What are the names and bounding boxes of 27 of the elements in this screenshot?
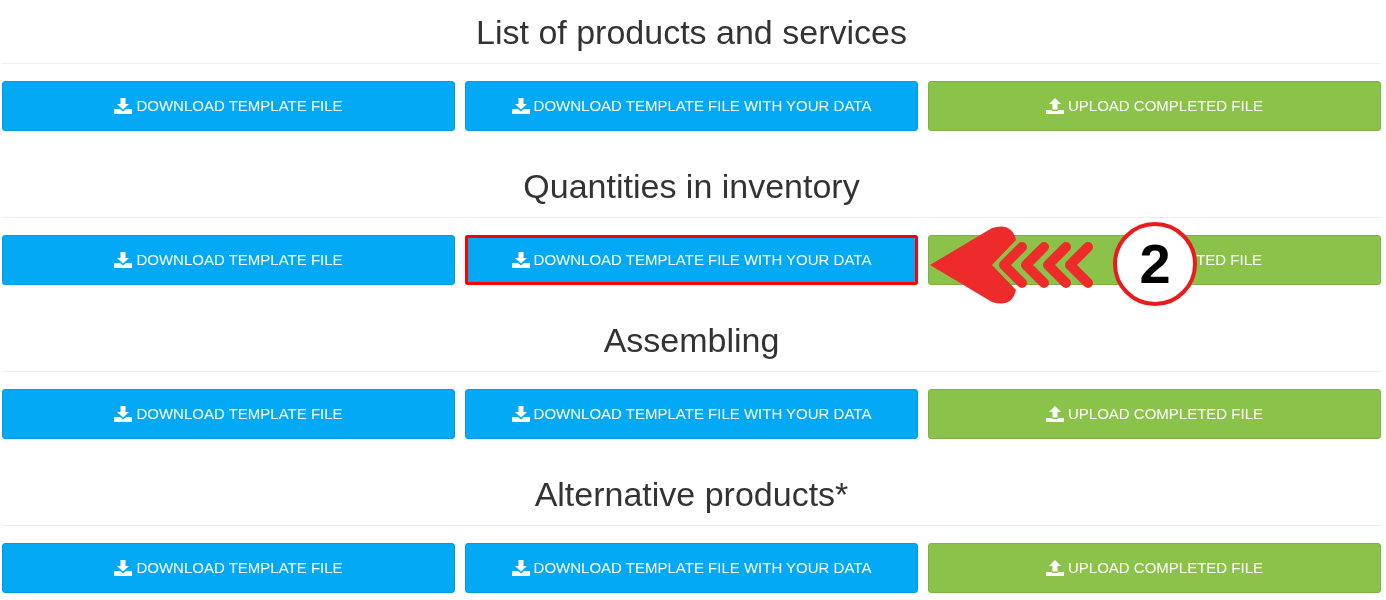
download-icon	[114, 406, 133, 422]
upload-button[interactable]: UPLOAD COMPLETED FILE	[928, 81, 1381, 131]
download-button[interactable]: DOWNLOAD TEMPLATE FILE	[2, 81, 455, 131]
download-button[interactable]: DOWNLOAD TEMPLATE FILE	[2, 389, 455, 439]
download-icon	[114, 252, 133, 268]
download-icon	[114, 560, 133, 576]
download-button[interactable]: DOWNLOAD TEMPLATE FILE WITH YOUR DATA	[465, 543, 918, 593]
download-button[interactable]: DOWNLOAD TEMPLATE FILE	[2, 235, 455, 285]
download-icon	[511, 406, 530, 422]
upload-button[interactable]: UPLOAD COMPLETED FILE	[928, 389, 1381, 439]
upload-button[interactable]: UPLOAD COMPLETED FILE	[928, 543, 1381, 593]
upload-icon	[1045, 98, 1064, 114]
section-title: Assembling	[603, 322, 780, 357]
upload-icon	[1045, 560, 1064, 576]
section-title: Quantities in inventory	[523, 168, 860, 203]
download-button[interactable]: DOWNLOAD TEMPLATE FILE WITH YOUR DATA	[465, 81, 918, 131]
section-title: Alternative products*	[534, 476, 849, 511]
download-icon	[114, 98, 133, 114]
download-button[interactable]: DOWNLOAD TEMPLATE FILE	[2, 543, 455, 593]
section-title: List of products and services	[476, 14, 907, 49]
download-icon	[511, 98, 530, 114]
download-icon	[511, 560, 530, 576]
step-number: 2	[1113, 222, 1197, 306]
download-icon	[511, 252, 530, 268]
upload-icon	[1045, 406, 1064, 422]
download-button[interactable]: DOWNLOAD TEMPLATE FILE WITH YOUR DATA	[465, 235, 918, 285]
download-button[interactable]: DOWNLOAD TEMPLATE FILE WITH YOUR DATA	[465, 389, 918, 439]
